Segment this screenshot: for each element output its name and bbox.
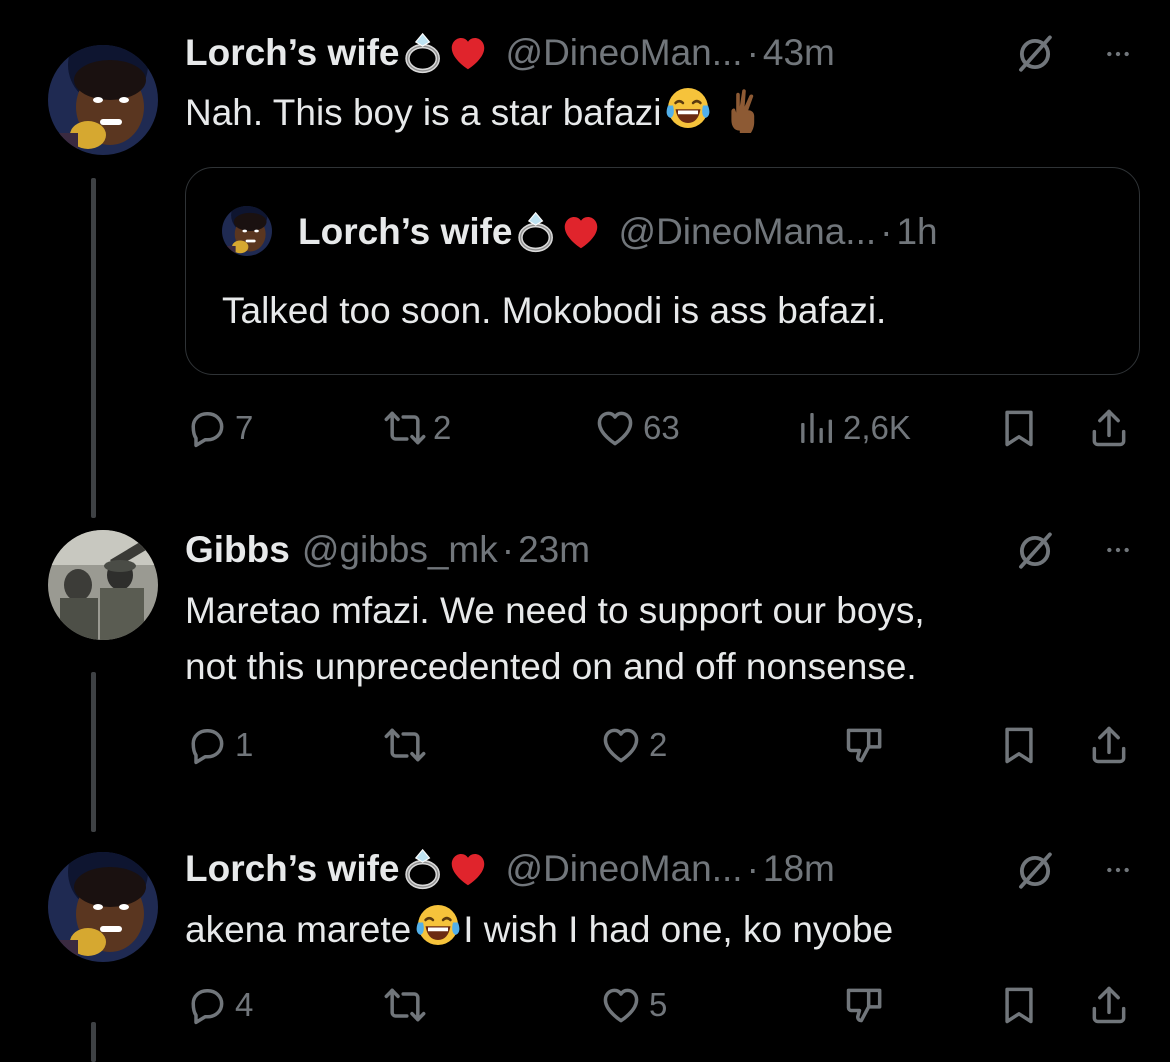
heart-icon: [599, 723, 643, 767]
views-button[interactable]: 2,6K: [797, 398, 911, 458]
action-bar: 4 5: [185, 975, 1140, 1035]
tweet-text-content: Nah. This boy is a star bafazi: [185, 92, 662, 133]
grok-icon[interactable]: [1014, 530, 1056, 572]
share-button[interactable]: [1087, 975, 1131, 1035]
quote-avatar: [222, 206, 272, 256]
separator: ·: [746, 32, 759, 73]
views-icon: [797, 408, 837, 448]
bookmark-icon: [997, 406, 1041, 450]
tweet-text: akena marete I wish I had one, ko nyobe: [185, 900, 893, 958]
repost-button[interactable]: 2: [383, 398, 451, 458]
avatar[interactable]: [48, 530, 158, 640]
share-icon: [1087, 983, 1131, 1027]
ring-icon: [515, 210, 559, 254]
tweet-text-line-1: Maretao mfazi. We need to support our bo…: [185, 590, 925, 631]
ring-icon: [402, 847, 446, 891]
tweet-text: Nah. This boy is a star bafazi: [185, 83, 771, 141]
more-icon[interactable]: [1100, 537, 1136, 563]
display-name[interactable]: Gibbs: [185, 529, 290, 571]
more-icon[interactable]: [1100, 41, 1136, 67]
tweet-text-before: akena marete: [185, 909, 412, 950]
repost-icon: [383, 723, 427, 767]
bookmark-button[interactable]: [997, 398, 1041, 458]
tweet-text-line-2: not this unprecedented on and off nonsen…: [185, 646, 917, 687]
red-heart-icon: [448, 849, 488, 889]
downvote-button[interactable]: [843, 715, 887, 775]
tweet-header: Lorch’s wife @DineoMan... · 18m: [185, 841, 835, 897]
display-name[interactable]: Lorch’s wife: [185, 848, 400, 890]
bookmark-button[interactable]: [997, 975, 1041, 1035]
handle[interactable]: @DineoMan...: [506, 32, 743, 74]
reply-button[interactable]: 7: [185, 398, 253, 458]
quote-header: Lorch’s wife @DineoMana... · 1h: [298, 204, 938, 260]
bookmark-button[interactable]: [997, 715, 1041, 775]
more-icon[interactable]: [1100, 857, 1136, 883]
handle[interactable]: @DineoMan...: [506, 848, 743, 890]
repost-button[interactable]: [383, 715, 433, 775]
reply-count: 4: [235, 986, 254, 1023]
laughing-emoji-icon: [663, 83, 713, 133]
heart-icon: [593, 406, 637, 450]
timestamp[interactable]: 18m: [763, 848, 835, 890]
like-count: 63: [643, 409, 680, 446]
thread-line: [91, 672, 96, 832]
tweet-header: Gibbs @gibbs_mk · 23m: [185, 522, 590, 578]
share-icon: [1087, 723, 1131, 767]
reply-button[interactable]: 4: [185, 975, 253, 1035]
separator: ·: [880, 211, 893, 252]
downvote-icon: [843, 983, 887, 1027]
thread-line: [91, 178, 96, 518]
action-bar: 1 2: [185, 715, 1140, 775]
reply-icon: [185, 723, 229, 767]
reply-count: 1: [235, 726, 254, 763]
quote-display-name: Lorch’s wife: [298, 211, 513, 252]
grok-icon[interactable]: [1014, 33, 1056, 75]
reply-count: 7: [235, 409, 254, 446]
reply-button[interactable]: 1: [185, 715, 253, 775]
like-button[interactable]: 63: [593, 398, 680, 458]
bookmark-icon: [997, 723, 1041, 767]
downvote-icon: [843, 723, 887, 767]
tweet-header: Lorch’s wife @DineoMan... · 43m: [185, 25, 835, 81]
timestamp[interactable]: 43m: [763, 32, 835, 74]
like-count: 2: [649, 726, 668, 763]
red-heart-icon: [448, 33, 488, 73]
downvote-button[interactable]: [843, 975, 887, 1035]
timestamp[interactable]: 23m: [518, 529, 590, 571]
grok-icon[interactable]: [1014, 850, 1056, 892]
like-count: 5: [649, 986, 668, 1023]
views-count: 2,6K: [843, 409, 911, 446]
quote-handle: @DineoMana...: [618, 211, 877, 252]
separator: ·: [501, 529, 515, 570]
action-bar: 7 2 63 2,6K: [185, 398, 1140, 458]
thread-line: [91, 1022, 96, 1062]
quote-card[interactable]: Lorch’s wife @DineoMana... · 1h Talked t…: [185, 167, 1140, 375]
quote-timestamp: 1h: [896, 211, 938, 252]
laughing-emoji-icon: [413, 900, 463, 950]
avatar[interactable]: [48, 45, 158, 155]
like-button[interactable]: 5: [599, 975, 667, 1035]
heart-icon: [599, 983, 643, 1027]
handle[interactable]: @gibbs_mk: [302, 529, 498, 571]
crossed-fingers-icon: [723, 85, 771, 133]
avatar[interactable]: [48, 852, 158, 962]
repost-button[interactable]: [383, 975, 433, 1035]
repost-icon: [383, 406, 427, 450]
reply-icon: [185, 983, 229, 1027]
like-button[interactable]: 2: [599, 715, 667, 775]
red-heart-icon: [561, 212, 601, 252]
display-name[interactable]: Lorch’s wife: [185, 32, 400, 74]
bookmark-icon: [997, 983, 1041, 1027]
quote-text: Talked too soon. Mokobodi is ass bafazi.: [222, 290, 887, 331]
share-icon: [1087, 406, 1131, 450]
reply-icon: [185, 406, 229, 450]
share-button[interactable]: [1087, 715, 1131, 775]
share-button[interactable]: [1087, 398, 1131, 458]
tweet-text-after: I wish I had one, ko nyobe: [463, 909, 894, 950]
separator: ·: [746, 848, 759, 889]
repost-icon: [383, 983, 427, 1027]
repost-count: 2: [433, 409, 452, 446]
ring-icon: [402, 31, 446, 75]
